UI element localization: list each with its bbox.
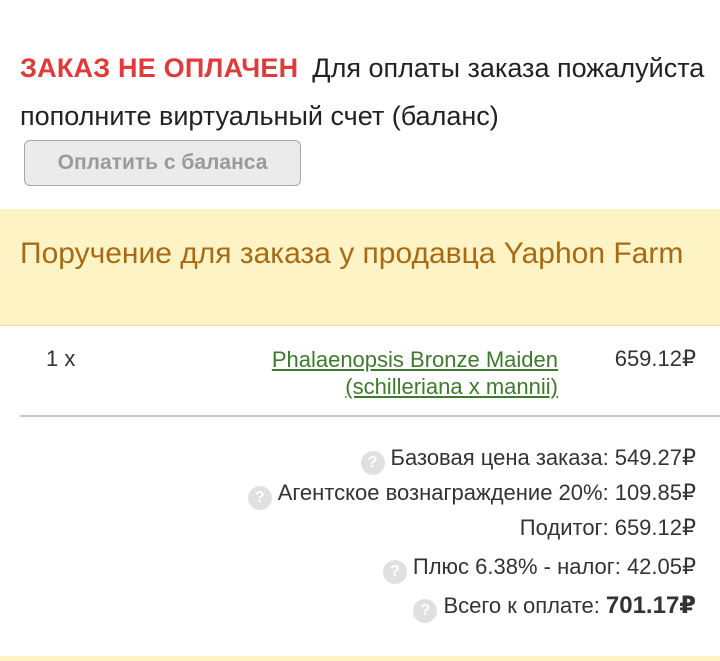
item-price: 659.12₽ [614,346,696,371]
order-item-row: 1 x Phalaenopsis Bronze Maiden (schiller… [0,346,720,406]
help-icon[interactable]: ? [413,599,438,623]
subtotal-row: Подитог: 659.12₽ [0,508,696,543]
base-price-label: Базовая цена заказа: [390,445,609,470]
item-name-link[interactable]: Phalaenopsis Bronze Maiden (schilleriana… [190,346,558,400]
total-label: Всего к оплате: [443,593,600,618]
next-section-strip [0,656,720,661]
tax-row: ? Плюс 6.38% - налог: 42.05₽ [0,547,696,584]
item-quantity: 1 x [46,346,76,371]
order-summary: ? Базовая цена заказа: 549.27₽ ? Агентское … [0,438,696,623]
order-title: Поручение для заказа у продавца Yaphon F… [20,237,684,270]
agent-fee-value: 109.85₽ [614,480,696,505]
total-row: ? Всего к оплате: 701.17₽ [0,586,696,623]
tax-value: 42.05₽ [626,554,696,579]
subtotal-label: Подитог: [519,515,609,540]
unpaid-status-label: ЗАКАЗ НЕ ОПЛАЧЕН [20,53,299,83]
payment-status-block: ЗАКАЗ НЕ ОПЛАЧЕН Для оплаты заказа пожалу… [20,44,710,188]
base-price-row: ? Базовая цена заказа: 549.27₽ [0,438,696,475]
items-divider [20,415,720,417]
agent-fee-label: Агентское вознаграждение 20%: [277,480,609,505]
help-icon[interactable]: ? [360,451,385,475]
agent-fee-row: ? Агентское вознаграждение 20%: 109.85₽ [0,473,696,510]
subtotal-value: 659.12₽ [614,515,696,540]
order-header: Поручение для заказа у продавца Yaphon F… [0,209,720,326]
tax-label: Плюс 6.38% - налог: [412,554,621,579]
help-icon[interactable]: ? [382,560,407,584]
pay-from-balance-button[interactable]: Оплатить с баланса [24,139,301,186]
total-value: 701.17₽ [605,592,696,619]
help-icon[interactable]: ? [247,486,272,510]
base-price-value: 549.27₽ [614,445,696,470]
